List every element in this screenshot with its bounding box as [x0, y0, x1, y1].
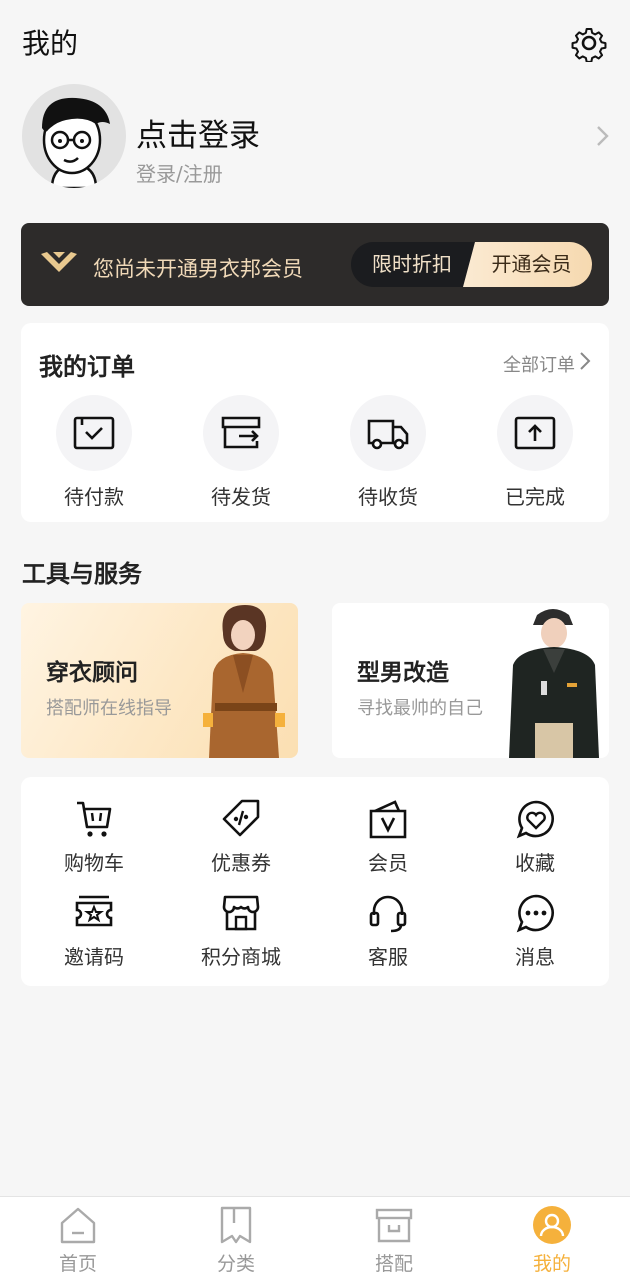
order-label: 已完成: [505, 485, 565, 509]
tab-label: 我的: [532, 1253, 571, 1275]
bottom-tab-bar: 首页 分类 搭配 我的: [0, 1196, 630, 1280]
order-pending-payment[interactable]: 待付款: [34, 395, 154, 510]
tab-home[interactable]: 首页: [18, 1197, 138, 1280]
cart-icon: [77, 801, 112, 837]
wallet-check-icon: [56, 395, 132, 471]
vip-logo-icon: [39, 248, 79, 280]
order-label: 待付款: [64, 485, 124, 509]
favorites-button[interactable]: 收藏: [475, 799, 595, 885]
points-mall-button[interactable]: 积分商城: [181, 893, 301, 979]
service-label: 邀请码: [64, 945, 124, 969]
chevron-right-icon[interactable]: [592, 124, 612, 148]
messages-button[interactable]: 消息: [475, 893, 595, 979]
service-label: 收藏: [515, 851, 555, 875]
vip-actions[interactable]: 限时折扣 开通会员: [351, 242, 592, 287]
order-label: 待收货: [358, 485, 418, 509]
tab-label: 搭配: [374, 1253, 413, 1275]
chat-dots-icon: [516, 894, 554, 933]
gear-icon[interactable]: [570, 24, 608, 63]
bookmark-icon: [220, 1206, 252, 1244]
services-card: 购物车 优惠券 会员 收藏 邀请码 积分商城 客服 消息: [21, 777, 609, 986]
model-woman-image: [189, 603, 298, 758]
box-up-icon: [497, 395, 573, 471]
tab-mine[interactable]: 我的: [492, 1197, 612, 1280]
promo-subtitle: 寻找最帅的自己: [357, 698, 483, 719]
profile-section[interactable]: 点击登录 登录/注册: [0, 82, 630, 192]
store-icon: [222, 895, 260, 931]
tab-outfit[interactable]: 搭配: [334, 1197, 454, 1280]
vip-box-icon: [369, 800, 407, 839]
chevron-right-icon[interactable]: [579, 351, 591, 371]
headset-icon: [369, 895, 407, 933]
order-completed[interactable]: 已完成: [475, 395, 595, 510]
archive-box-icon: [375, 1208, 413, 1243]
model-man-image: [499, 603, 609, 758]
cart-button[interactable]: 购物车: [34, 799, 154, 885]
tab-label: 分类: [216, 1253, 255, 1275]
user-icon: [533, 1206, 571, 1244]
coupon-button[interactable]: 优惠券: [181, 799, 301, 885]
orders-card: 我的订单 全部订单 待付款 待发货 待收货 已完成: [21, 323, 609, 522]
vip-banner[interactable]: 您尚未开通男衣邦会员 限时折扣 开通会员: [21, 223, 609, 306]
tools-title: 工具与服务: [22, 560, 142, 588]
page-title: 我的: [22, 27, 79, 60]
service-label: 购物车: [64, 851, 124, 875]
invite-code-button[interactable]: 邀请码: [34, 893, 154, 979]
service-label: 积分商城: [201, 945, 281, 969]
ticket-star-icon: [75, 895, 113, 927]
top-bar: 我的: [0, 0, 630, 80]
service-label: 消息: [515, 945, 555, 969]
all-orders-link[interactable]: 全部订单: [503, 351, 575, 377]
limited-discount-button[interactable]: 限时折扣: [351, 242, 473, 287]
home-icon: [60, 1207, 96, 1244]
open-vip-button[interactable]: 开通会员: [463, 242, 592, 287]
box-send-icon: [203, 395, 279, 471]
promo-title: 穿衣顾问: [46, 660, 138, 686]
service-label: 优惠券: [211, 851, 271, 875]
service-label: 客服: [368, 945, 408, 969]
login-title[interactable]: 点击登录: [136, 110, 260, 155]
truck-icon: [350, 395, 426, 471]
login-register-link[interactable]: 登录/注册: [136, 158, 223, 187]
promo-title: 型男改造: [357, 660, 449, 686]
customer-service-button[interactable]: 客服: [328, 893, 448, 979]
style-advisor-card[interactable]: 穿衣顾问 搭配师在线指导: [21, 603, 298, 758]
orders-title: 我的订单: [39, 353, 135, 381]
tab-label: 首页: [58, 1253, 97, 1275]
heart-chat-icon: [516, 800, 554, 839]
order-label: 待发货: [211, 485, 271, 509]
membership-button[interactable]: 会员: [328, 799, 448, 885]
service-label: 会员: [368, 851, 408, 875]
tab-category[interactable]: 分类: [176, 1197, 296, 1280]
makeover-card[interactable]: 型男改造 寻找最帅的自己: [332, 603, 609, 758]
avatar[interactable]: [22, 84, 126, 188]
vip-status-text: 您尚未开通男衣邦会员: [93, 257, 303, 281]
order-pending-shipment[interactable]: 待发货: [181, 395, 301, 510]
order-pending-receipt[interactable]: 待收货: [328, 395, 448, 510]
coupon-tag-icon: [222, 799, 260, 837]
promo-subtitle: 搭配师在线指导: [46, 698, 172, 719]
